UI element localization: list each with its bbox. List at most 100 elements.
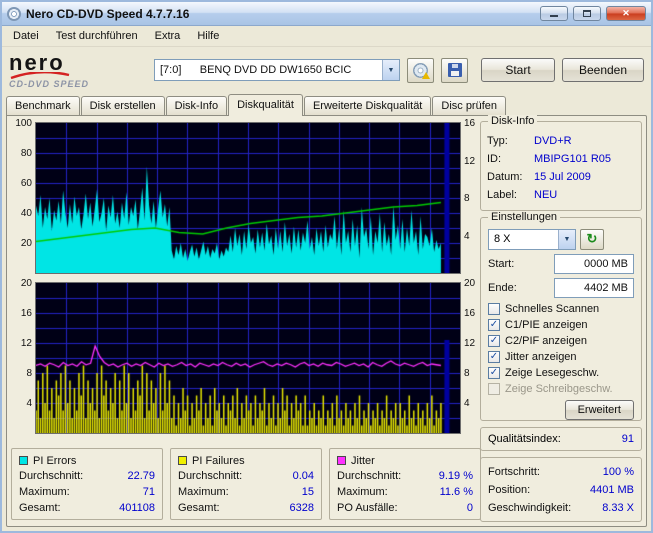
checkbox-c1-pie-anzeigen[interactable]: ✓ C1/PIE anzeigen bbox=[488, 317, 634, 333]
checked-checkbox-icon[interactable]: ✓ bbox=[488, 335, 500, 347]
pi-failures-stats: PI Failures Durchschnitt: 0.04 Maximum: 15… bbox=[170, 448, 322, 520]
settings-group: Einstellungen 8 X ▼ ↻ Start: 0000 MB Ende… bbox=[480, 211, 642, 421]
app-window: Nero CD-DVD Speed 4.7.7.16 ✕ Datei Test … bbox=[0, 0, 653, 533]
checkbox-label: C1/PIE anzeigen bbox=[505, 319, 588, 331]
stat-label: Gesamt: bbox=[19, 502, 61, 514]
checkbox-c2-pif-anzeigen[interactable]: ✓ C2/PIF anzeigen bbox=[488, 333, 634, 349]
drive-select-value: [7:0] BENQ DVD DD DW1650 BCIC bbox=[160, 64, 352, 76]
menu-datei[interactable]: Datei bbox=[5, 28, 47, 44]
app-disc-icon bbox=[7, 6, 21, 21]
stat-title: PI Errors bbox=[33, 454, 77, 467]
start-field[interactable]: 0000 MB bbox=[554, 254, 634, 274]
drive-select[interactable]: [7:0] BENQ DVD DD DW1650 BCIC ▼ bbox=[154, 59, 400, 81]
disk-label-value: NEU bbox=[534, 189, 558, 201]
close-button[interactable]: ✕ bbox=[606, 6, 646, 21]
save-icon bbox=[447, 63, 462, 77]
position-label: Position: bbox=[488, 484, 531, 496]
checked-checkbox-icon[interactable]: ✓ bbox=[488, 319, 500, 331]
tab-disc-pruefen[interactable]: Disc prüfen bbox=[432, 96, 507, 115]
jitter-y-axis: 20 16 12 8 4 bbox=[464, 278, 476, 409]
checkbox-label: Schnelles Scannen bbox=[505, 303, 600, 315]
stat-label: PO Ausfälle: bbox=[337, 502, 398, 514]
pif-jitter-chart: 20 16 12 8 4 20 16 12 8 4 bbox=[11, 278, 481, 434]
stat-title: PI Failures bbox=[192, 454, 245, 467]
tab-benchmark[interactable]: Benchmark bbox=[6, 96, 80, 115]
speed-y-axis: 16 12 8 4 bbox=[464, 118, 476, 242]
nero-logo-subtext: CD-DVD SPEED bbox=[9, 78, 90, 89]
window-title: Nero CD-DVD Speed 4.7.7.16 bbox=[26, 6, 190, 21]
menu-hilfe[interactable]: Hilfe bbox=[189, 28, 227, 44]
nero-swoosh-icon bbox=[10, 71, 70, 79]
quality-index-value: 91 bbox=[621, 433, 634, 445]
start-button[interactable]: Start bbox=[481, 58, 555, 82]
refresh-icon: ↻ bbox=[586, 231, 598, 246]
disk-id-value: MBIPG101 R05 bbox=[534, 153, 612, 165]
checkbox-zeige-lesegeschw-[interactable]: ✓ Zeige Lesegeschw. bbox=[488, 365, 634, 381]
menu-bar: Datei Test durchführen Extra Hilfe bbox=[2, 26, 651, 47]
quit-button[interactable]: Beenden bbox=[562, 58, 644, 82]
position-value: 4401 MB bbox=[589, 484, 634, 496]
toolbar: nero CD-DVD SPEED [7:0] BENQ DVD DD DW16… bbox=[2, 47, 651, 93]
nero-logo-text: nero bbox=[9, 49, 65, 75]
legend-square bbox=[178, 456, 187, 465]
tab-diskqualitaet[interactable]: Diskqualität bbox=[228, 94, 303, 116]
stat-value: 0 bbox=[466, 502, 473, 514]
checkbox-jitter-anzeigen[interactable]: ✓ Jitter anzeigen bbox=[488, 349, 634, 365]
stat-label: Maximum: bbox=[178, 486, 229, 498]
disk-info-label: ID: bbox=[487, 153, 502, 165]
disk-info-title: Disk-Info bbox=[488, 115, 538, 127]
stat-value: 0.04 bbox=[292, 470, 314, 482]
stat-value: 11.6 % bbox=[439, 486, 473, 498]
pif-jitter-canvas bbox=[36, 283, 460, 433]
tab-erweiterte-diskqualitaet[interactable]: Erweiterte Diskqualität bbox=[303, 96, 432, 115]
quality-index-label: Qualitätsindex: bbox=[488, 433, 561, 445]
stat-label: Gesamt: bbox=[178, 502, 220, 514]
unchecked-checkbox-icon[interactable] bbox=[488, 303, 500, 315]
nero-logo: nero CD-DVD SPEED bbox=[9, 49, 147, 89]
advanced-button[interactable]: Erweitert bbox=[564, 400, 634, 420]
pi-errors-stats: PI Errors Durchschnitt: 22.79 Maximum: 71 … bbox=[11, 448, 163, 520]
stat-value: 22.79 bbox=[127, 470, 155, 482]
chevron-down-icon[interactable]: ▼ bbox=[558, 229, 575, 249]
checkbox-label: C2/PIF anzeigen bbox=[505, 335, 587, 347]
checkbox-zeige-schreibgeschw-[interactable]: Zeige Schreibgeschw. bbox=[488, 381, 634, 397]
save-button[interactable] bbox=[441, 57, 468, 83]
chevron-down-icon[interactable]: ▼ bbox=[382, 60, 399, 80]
checkbox-list: Schnelles Scannen ✓ C1/PIE anzeigen ✓ C2/PIF… bbox=[488, 301, 634, 397]
stat-value: 401108 bbox=[119, 502, 155, 514]
maximize-button[interactable] bbox=[573, 6, 601, 21]
refresh-button[interactable]: ↻ bbox=[580, 228, 604, 250]
pi-errors-y-axis: 100 80 60 40 20 bbox=[15, 118, 32, 249]
settings-title: Einstellungen bbox=[488, 211, 561, 223]
progress-value: 100 % bbox=[602, 466, 634, 478]
maximize-icon bbox=[583, 10, 591, 17]
eject-disc-button[interactable] bbox=[407, 57, 434, 83]
disc-eject-icon bbox=[413, 62, 430, 79]
start-field-label: Start: bbox=[488, 258, 515, 270]
checkbox-label: Jitter anzeigen bbox=[505, 351, 577, 363]
speed-select-value: 8 X bbox=[494, 233, 511, 245]
sidebar: Disk-Info Typ: DVD+R ID: MBIPG101 R05 Datu… bbox=[480, 115, 642, 522]
end-field[interactable]: 4402 MB bbox=[554, 278, 634, 298]
pi-errors-plot-area bbox=[35, 122, 461, 274]
stat-label: Durchschnitt: bbox=[19, 470, 84, 482]
unchecked-checkbox-icon[interactable] bbox=[488, 383, 500, 395]
stat-title: Jitter bbox=[351, 454, 375, 467]
end-field-label: Ende: bbox=[488, 282, 517, 294]
close-icon: ✕ bbox=[622, 8, 630, 18]
checked-checkbox-icon[interactable]: ✓ bbox=[488, 351, 500, 363]
stat-value: 15 bbox=[301, 486, 314, 498]
checkbox-schnelles-scannen[interactable]: Schnelles Scannen bbox=[488, 301, 634, 317]
menu-extra[interactable]: Extra bbox=[147, 28, 189, 44]
menu-test-durchfuehren[interactable]: Test durchführen bbox=[48, 28, 146, 44]
speed-select[interactable]: 8 X ▼ bbox=[488, 228, 576, 250]
disk-info-group: Disk-Info Typ: DVD+R ID: MBIPG101 R05 Datu… bbox=[480, 115, 642, 211]
tab-bar: Benchmark Disk erstellen Disk-Info Diskq… bbox=[2, 93, 651, 116]
stat-label: Maximum: bbox=[19, 486, 70, 498]
checkbox-label: Zeige Lesegeschw. bbox=[505, 367, 600, 379]
progress-box: Fortschritt: 100 % Position: 4401 MB Gesch… bbox=[480, 457, 642, 522]
checked-checkbox-icon[interactable]: ✓ bbox=[488, 367, 500, 379]
minimize-button[interactable] bbox=[540, 6, 568, 21]
tab-disk-erstellen[interactable]: Disk erstellen bbox=[80, 96, 165, 115]
tab-disk-info[interactable]: Disk-Info bbox=[165, 96, 228, 115]
